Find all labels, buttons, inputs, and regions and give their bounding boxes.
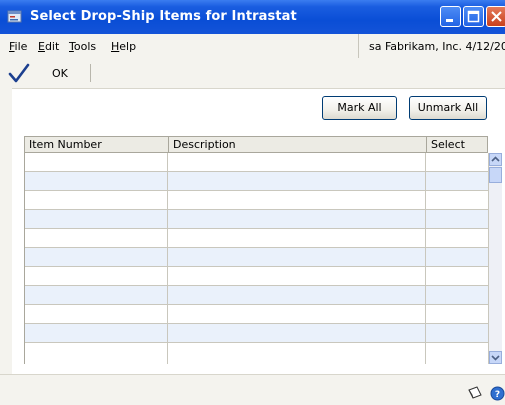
- menu-file[interactable]: File: [9, 40, 27, 53]
- menu-edit[interactable]: Edit: [38, 40, 59, 53]
- table-row[interactable]: [25, 267, 489, 286]
- menu-tools[interactable]: Tools: [69, 40, 96, 53]
- scroll-up-button[interactable]: [489, 153, 502, 166]
- toolbar: OK: [0, 58, 505, 89]
- close-icon: [491, 11, 502, 22]
- vertical-scrollbar[interactable]: [488, 153, 502, 364]
- toolbar-separator: [90, 64, 91, 82]
- table-row[interactable]: [25, 229, 489, 248]
- menu-file-hotkey: F: [9, 40, 15, 53]
- minimize-icon: [446, 19, 453, 22]
- app-icon: [7, 10, 22, 23]
- chevron-up-icon: [491, 156, 500, 162]
- menu-edit-hotkey: E: [38, 40, 45, 53]
- unmark-all-button[interactable]: Unmark All: [409, 96, 487, 120]
- left-margin: [0, 88, 12, 374]
- column-divider: [425, 153, 426, 364]
- table-row[interactable]: [25, 172, 489, 191]
- checkmark-icon[interactable]: [8, 63, 30, 83]
- close-button[interactable]: [486, 6, 505, 27]
- status-bar: [0, 374, 505, 405]
- table-row[interactable]: [25, 286, 489, 305]
- column-header-select[interactable]: Select: [427, 137, 489, 152]
- dialog-window: Select Drop-Ship Items for Intrastat Fil…: [0, 0, 505, 405]
- status-text: sa Fabrikam, Inc. 4/12/2007: [369, 40, 505, 53]
- maximize-button[interactable]: [463, 6, 484, 27]
- ok-button[interactable]: OK: [52, 67, 68, 80]
- column-divider: [167, 153, 168, 364]
- table-row[interactable]: [25, 191, 489, 210]
- help-icon[interactable]: ?: [490, 386, 505, 401]
- mark-all-button[interactable]: Mark All: [322, 96, 397, 120]
- grid-header: Item Number Description Select: [24, 136, 488, 153]
- menu-tools-hotkey: T: [69, 40, 74, 53]
- table-row[interactable]: [25, 305, 489, 324]
- scroll-thumb[interactable]: [489, 167, 502, 183]
- table-row[interactable]: [25, 248, 489, 267]
- column-header-item-number[interactable]: Item Number: [25, 137, 169, 152]
- table-row[interactable]: [25, 343, 489, 364]
- table-row[interactable]: [25, 210, 489, 229]
- minimize-button[interactable]: [440, 6, 461, 27]
- svg-text:?: ?: [495, 390, 500, 400]
- scroll-down-button[interactable]: [489, 351, 502, 364]
- maximize-icon: [467, 10, 480, 23]
- menu-help-hotkey: H: [111, 40, 120, 53]
- chevron-down-icon: [491, 355, 500, 361]
- menu-help[interactable]: Help: [111, 40, 136, 53]
- note-icon[interactable]: [467, 386, 483, 400]
- title-bar[interactable]: Select Drop-Ship Items for Intrastat: [0, 0, 505, 34]
- window-title: Select Drop-Ship Items for Intrastat: [30, 9, 297, 24]
- column-header-description[interactable]: Description: [169, 137, 427, 152]
- table-row[interactable]: [25, 324, 489, 343]
- grid-body: [24, 153, 489, 364]
- status-panel: sa Fabrikam, Inc. 4/12/2007: [358, 34, 505, 58]
- table-row[interactable]: [25, 153, 489, 172]
